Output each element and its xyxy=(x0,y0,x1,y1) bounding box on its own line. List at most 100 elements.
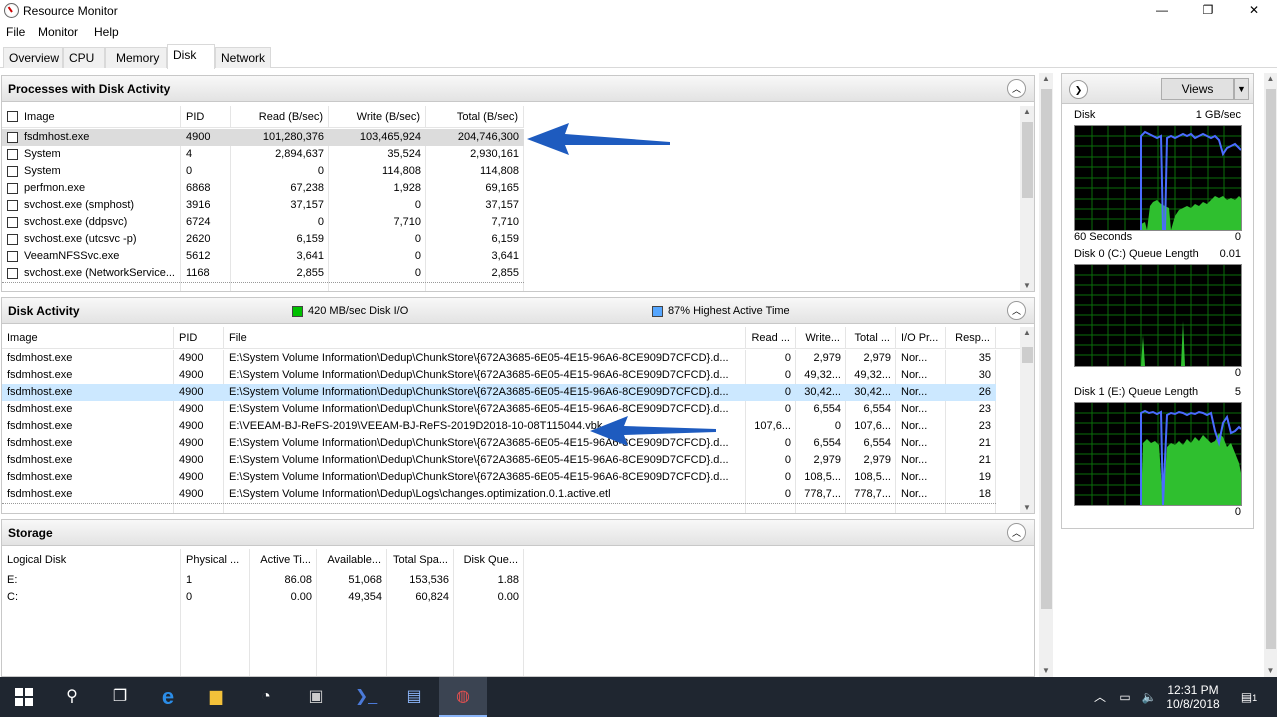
tab-memory[interactable]: Memory xyxy=(105,47,167,68)
column-response[interactable]: Resp... xyxy=(946,327,996,349)
storage-panel-header[interactable]: Storage ︿ xyxy=(2,520,1034,546)
table-row[interactable]: fsdmhost.exe 4900 E:\VEEAM-BJ-ReFS-2019\VE… xyxy=(2,418,996,435)
column-total-space[interactable]: Total Spa... xyxy=(387,549,454,571)
table-row[interactable]: C: 0 0.00 49,354 60,824 0.00 xyxy=(2,589,524,606)
scroll-down-icon[interactable]: ▼ xyxy=(1020,502,1034,513)
server-manager-icon[interactable]: ▤ xyxy=(390,677,438,717)
column-active-time[interactable]: Active Ti... xyxy=(250,549,317,571)
column-disk-queue[interactable]: Disk Que... xyxy=(454,549,524,571)
tab-overview[interactable]: Overview xyxy=(3,47,63,68)
table-row[interactable]: fsdmhost.exe 4900 E:\System Volume Informa… xyxy=(2,367,996,384)
file-explorer-icon[interactable]: ▆ xyxy=(192,677,240,717)
column-write[interactable]: Write (B/sec) xyxy=(329,106,426,128)
disk-activity-scrollbar[interactable]: ▲ ▼ xyxy=(1020,327,1034,513)
volume-muted-icon[interactable]: 🔈 xyxy=(1138,677,1160,717)
table-row[interactable]: svchost.exe (NetworkService... 1168 2,855 0… xyxy=(2,265,524,282)
row-checkbox[interactable] xyxy=(7,132,18,143)
row-checkbox[interactable] xyxy=(7,217,18,228)
row-checkbox[interactable] xyxy=(7,251,18,262)
scroll-thumb[interactable] xyxy=(1022,122,1033,198)
collapse-icon[interactable]: ︿ xyxy=(1007,79,1026,98)
table-row[interactable]: VeeamNFSSvc.exe 5612 3,641 0 3,641 xyxy=(2,248,524,265)
computer-management-icon[interactable]: ▣ xyxy=(292,677,340,717)
table-row[interactable]: fsdmhost.exe 4900 E:\System Volume Informa… xyxy=(2,469,996,486)
scroll-up-icon[interactable]: ▲ xyxy=(1020,327,1034,339)
disk-activity-panel-header[interactable]: Disk Activity 420 MB/sec Disk I/O 87% Hi… xyxy=(2,298,1034,324)
scroll-down-icon[interactable]: ▼ xyxy=(1020,280,1034,291)
column-pid[interactable]: PID xyxy=(174,327,224,349)
table-row[interactable]: svchost.exe (utcsvc -p) 2620 6,159 0 6,159 xyxy=(2,231,524,248)
minimize-button[interactable]: — xyxy=(1139,0,1185,22)
scroll-thumb[interactable] xyxy=(1022,347,1033,363)
powershell-icon[interactable]: ❯_ xyxy=(342,677,390,717)
views-button[interactable]: Views xyxy=(1161,78,1234,100)
tab-network[interactable]: Network xyxy=(215,47,271,68)
clock[interactable]: 12:31 PM 10/8/2018 xyxy=(1166,677,1220,717)
table-row[interactable]: fsdmhost.exe 4900 E:\System Volume Informa… xyxy=(2,350,996,367)
chevron-right-icon[interactable]: ❯ xyxy=(1069,80,1088,99)
collapse-icon[interactable]: ︿ xyxy=(1007,301,1026,320)
start-button[interactable] xyxy=(0,677,48,717)
table-row[interactable]: System 4 2,894,637 35,524 2,930,161 xyxy=(2,146,524,163)
scroll-up-icon[interactable]: ▲ xyxy=(1020,106,1034,118)
search-icon[interactable]: ⚲ xyxy=(48,677,96,717)
table-row[interactable]: fsdmhost.exe 4900 101,280,376 103,465,924 20… xyxy=(2,129,524,146)
scroll-down-icon[interactable]: ▼ xyxy=(1039,665,1053,677)
column-available[interactable]: Available... xyxy=(317,549,387,571)
close-button[interactable]: ✕ xyxy=(1231,0,1277,22)
tab-disk[interactable]: Disk xyxy=(167,44,215,69)
column-total[interactable]: Total (B/sec) xyxy=(426,106,524,128)
scroll-up-icon[interactable]: ▲ xyxy=(1039,73,1053,85)
column-write[interactable]: Write... xyxy=(796,327,846,349)
tab-cpu[interactable]: CPU xyxy=(63,47,105,68)
views-dropdown-icon[interactable]: ▼ xyxy=(1234,78,1249,100)
row-checkbox[interactable] xyxy=(7,234,18,245)
column-logical-disk[interactable]: Logical Disk xyxy=(2,549,181,571)
clock-app-icon[interactable]: ◔ xyxy=(242,677,290,717)
column-total[interactable]: Total ... xyxy=(846,327,896,349)
show-hidden-icons-icon[interactable]: ︿ xyxy=(1090,677,1110,717)
table-row[interactable]: fsdmhost.exe 4900 E:\System Volume Informa… xyxy=(2,401,996,418)
row-checkbox[interactable] xyxy=(7,268,18,279)
processes-panel-header[interactable]: Processes with Disk Activity ︿ xyxy=(2,76,1034,102)
row-checkbox[interactable] xyxy=(7,166,18,177)
resource-monitor-taskbar-icon[interactable]: ◍ xyxy=(439,677,487,717)
table-row[interactable]: perfmon.exe 6868 67,238 1,928 69,165 xyxy=(2,180,524,197)
scroll-thumb[interactable] xyxy=(1041,89,1052,609)
menu-monitor[interactable]: Monitor xyxy=(38,25,78,39)
action-center-icon[interactable]: ▤1 xyxy=(1234,677,1264,717)
processes-scrollbar[interactable]: ▲ ▼ xyxy=(1020,106,1034,291)
column-file[interactable]: File xyxy=(224,327,746,349)
column-read[interactable]: Read ... xyxy=(746,327,796,349)
main-scrollbar[interactable]: ▲ ▼ xyxy=(1039,73,1053,677)
menu-help[interactable]: Help xyxy=(94,25,119,39)
column-image[interactable]: Image xyxy=(19,106,181,128)
network-icon[interactable]: ▭ xyxy=(1114,677,1136,717)
menu-file[interactable]: File xyxy=(6,25,25,39)
internet-explorer-icon[interactable]: e xyxy=(144,677,192,717)
table-row[interactable]: svchost.exe (smphost) 3916 37,157 0 37,157 xyxy=(2,197,524,214)
column-io-priority[interactable]: I/O Pr... xyxy=(896,327,946,349)
task-view-icon[interactable]: ❐ xyxy=(96,677,144,717)
table-row[interactable]: E: 1 86.08 51,068 153,536 1.88 xyxy=(2,572,524,589)
table-row[interactable]: svchost.exe (ddpsvc) 6724 0 7,710 7,710 xyxy=(2,214,524,231)
column-image[interactable]: Image xyxy=(2,327,174,349)
table-row[interactable]: System 0 0 114,808 114,808 xyxy=(2,163,524,180)
scroll-thumb[interactable] xyxy=(1266,89,1276,649)
scroll-down-icon[interactable]: ▼ xyxy=(1264,665,1277,677)
column-read[interactable]: Read (B/sec) xyxy=(231,106,329,128)
row-checkbox[interactable] xyxy=(7,149,18,160)
table-row[interactable]: fsdmhost.exe 4900 E:\System Volume Informa… xyxy=(2,384,996,401)
graphs-scrollbar[interactable]: ▲ ▼ xyxy=(1264,73,1277,677)
table-row[interactable]: fsdmhost.exe 4900 E:\System Volume Informa… xyxy=(2,452,996,469)
table-row[interactable]: fsdmhost.exe 4900 E:\System Volume Informa… xyxy=(2,486,996,503)
select-all-checkbox[interactable] xyxy=(7,111,18,122)
row-checkbox[interactable] xyxy=(7,183,18,194)
collapse-icon[interactable]: ︿ xyxy=(1007,523,1026,542)
row-checkbox[interactable] xyxy=(7,200,18,211)
scroll-up-icon[interactable]: ▲ xyxy=(1264,73,1277,85)
column-physical-disk[interactable]: Physical ... xyxy=(181,549,250,571)
maximize-button[interactable]: ❐ xyxy=(1185,0,1231,22)
column-pid[interactable]: PID xyxy=(181,106,231,128)
table-row[interactable]: fsdmhost.exe 4900 E:\System Volume Informa… xyxy=(2,435,996,452)
